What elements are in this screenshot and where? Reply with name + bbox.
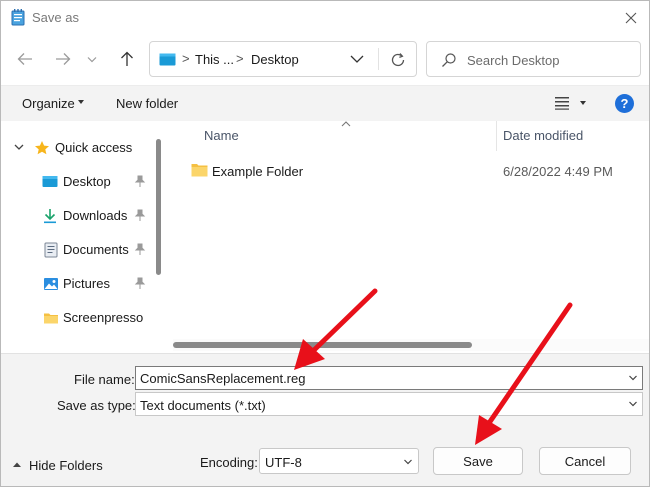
- back-button[interactable]: [10, 42, 40, 76]
- file-name: Example Folder: [212, 164, 304, 179]
- column-header-date[interactable]: Date modified: [503, 128, 583, 143]
- command-bar: Organize New folder ?: [1, 85, 649, 121]
- breadcrumb-separator: >: [236, 51, 244, 66]
- sidebar-item-label: Documents: [63, 242, 129, 257]
- arrow-up-icon: [121, 51, 133, 66]
- chevron-up-icon: [13, 462, 21, 467]
- save-as-type-select[interactable]: Text documents (*.txt): [135, 392, 643, 416]
- save-as-type-label: Save as type:: [57, 398, 136, 413]
- desktop-icon: [42, 176, 58, 187]
- column-header-name[interactable]: Name: [204, 128, 239, 143]
- file-list: Name Date modified Example Folder 6/28/2…: [173, 121, 649, 353]
- pin-icon: [134, 175, 146, 187]
- save-as-type-value: Text documents (*.txt): [140, 398, 266, 413]
- download-icon: [44, 209, 56, 224]
- file-name-field[interactable]: [135, 366, 643, 390]
- desktop-icon: [159, 53, 176, 66]
- encoding-label: Encoding:: [200, 455, 258, 470]
- sidebar-item-screenpresso[interactable]: Screenpresso: [1, 303, 151, 331]
- search-box[interactable]: [426, 41, 641, 77]
- sort-ascending-icon: [341, 121, 351, 127]
- sidebar-item-label: Pictures: [63, 276, 110, 291]
- search-icon: [442, 53, 456, 67]
- breadcrumb-this-pc[interactable]: This ...: [195, 52, 234, 67]
- chevron-down-icon: [87, 56, 97, 62]
- sidebar-item-label: Desktop: [63, 174, 111, 189]
- up-button[interactable]: [112, 42, 142, 76]
- notepad-icon: [11, 9, 25, 26]
- caret-down-icon[interactable]: [580, 101, 586, 105]
- chevron-down-icon[interactable]: [403, 457, 413, 467]
- sidebar-item-label: Quick access: [55, 140, 133, 155]
- file-date: 6/28/2022 4:49 PM: [503, 164, 613, 179]
- pin-icon: [134, 209, 146, 221]
- address-bar[interactable]: > This ... > Desktop: [149, 41, 417, 77]
- navigation-pane: Quick access Desktop Downloads Documents…: [1, 121, 173, 353]
- window-title: Save as: [32, 10, 79, 25]
- pin-icon: [134, 243, 146, 255]
- encoding-value: UTF-8: [265, 455, 302, 470]
- document-icon: [44, 242, 58, 258]
- sidebar-item-documents[interactable]: Documents: [1, 235, 151, 263]
- chevron-down-icon[interactable]: [348, 52, 366, 66]
- encoding-select[interactable]: UTF-8: [259, 448, 419, 474]
- hide-folders-label: Hide Folders: [29, 458, 103, 473]
- arrow-left-icon: [17, 53, 32, 65]
- organize-button[interactable]: Organize: [22, 96, 75, 111]
- sidebar-item-pictures[interactable]: Pictures: [1, 269, 151, 297]
- breadcrumb-separator: >: [182, 51, 190, 66]
- list-item[interactable]: Example Folder 6/28/2022 4:49 PM: [185, 159, 645, 183]
- refresh-icon: [391, 53, 405, 67]
- folder-icon: [44, 313, 58, 324]
- chevron-down-icon[interactable]: [13, 141, 25, 153]
- pictures-icon: [44, 278, 58, 290]
- close-button[interactable]: [613, 3, 649, 33]
- sidebar-item-desktop[interactable]: Desktop: [1, 167, 151, 195]
- close-icon: [625, 12, 637, 24]
- save-options-panel: File name: Save as type: Text documents …: [1, 353, 649, 486]
- forward-button[interactable]: [48, 42, 78, 76]
- sidebar-scrollbar[interactable]: [156, 139, 161, 275]
- folder-icon: [191, 164, 208, 177]
- title-bar: Save as: [1, 1, 649, 35]
- recent-locations-button[interactable]: [81, 42, 103, 76]
- star-icon: [35, 141, 49, 155]
- sidebar-item-quick-access[interactable]: Quick access: [1, 133, 151, 161]
- new-folder-button[interactable]: New folder: [116, 96, 178, 111]
- search-input[interactable]: [467, 50, 632, 70]
- file-name-input[interactable]: [140, 369, 620, 387]
- save-as-dialog: Save as > This ... > Desktop Search Desk…: [0, 0, 650, 487]
- view-list-icon[interactable]: [554, 96, 570, 110]
- help-button[interactable]: ?: [615, 94, 634, 113]
- caret-down-icon[interactable]: [78, 100, 84, 104]
- horizontal-scrollbar-thumb[interactable]: [173, 342, 472, 348]
- chevron-down-icon[interactable]: [628, 399, 638, 409]
- sidebar-item-label: Screenpresso: [63, 310, 144, 325]
- arrow-right-icon: [56, 53, 71, 65]
- sidebar-item-label: Downloads: [63, 208, 128, 223]
- column-divider[interactable]: [496, 121, 497, 151]
- breadcrumb-desktop[interactable]: Desktop: [251, 52, 299, 67]
- address-divider: [378, 48, 379, 70]
- file-name-label: File name:: [74, 372, 135, 387]
- save-button[interactable]: Save: [433, 447, 523, 475]
- cancel-button[interactable]: Cancel: [539, 447, 631, 475]
- chevron-down-icon[interactable]: [628, 373, 638, 383]
- pin-icon: [134, 277, 146, 289]
- sidebar-item-downloads[interactable]: Downloads: [1, 201, 151, 229]
- refresh-button[interactable]: [386, 48, 410, 72]
